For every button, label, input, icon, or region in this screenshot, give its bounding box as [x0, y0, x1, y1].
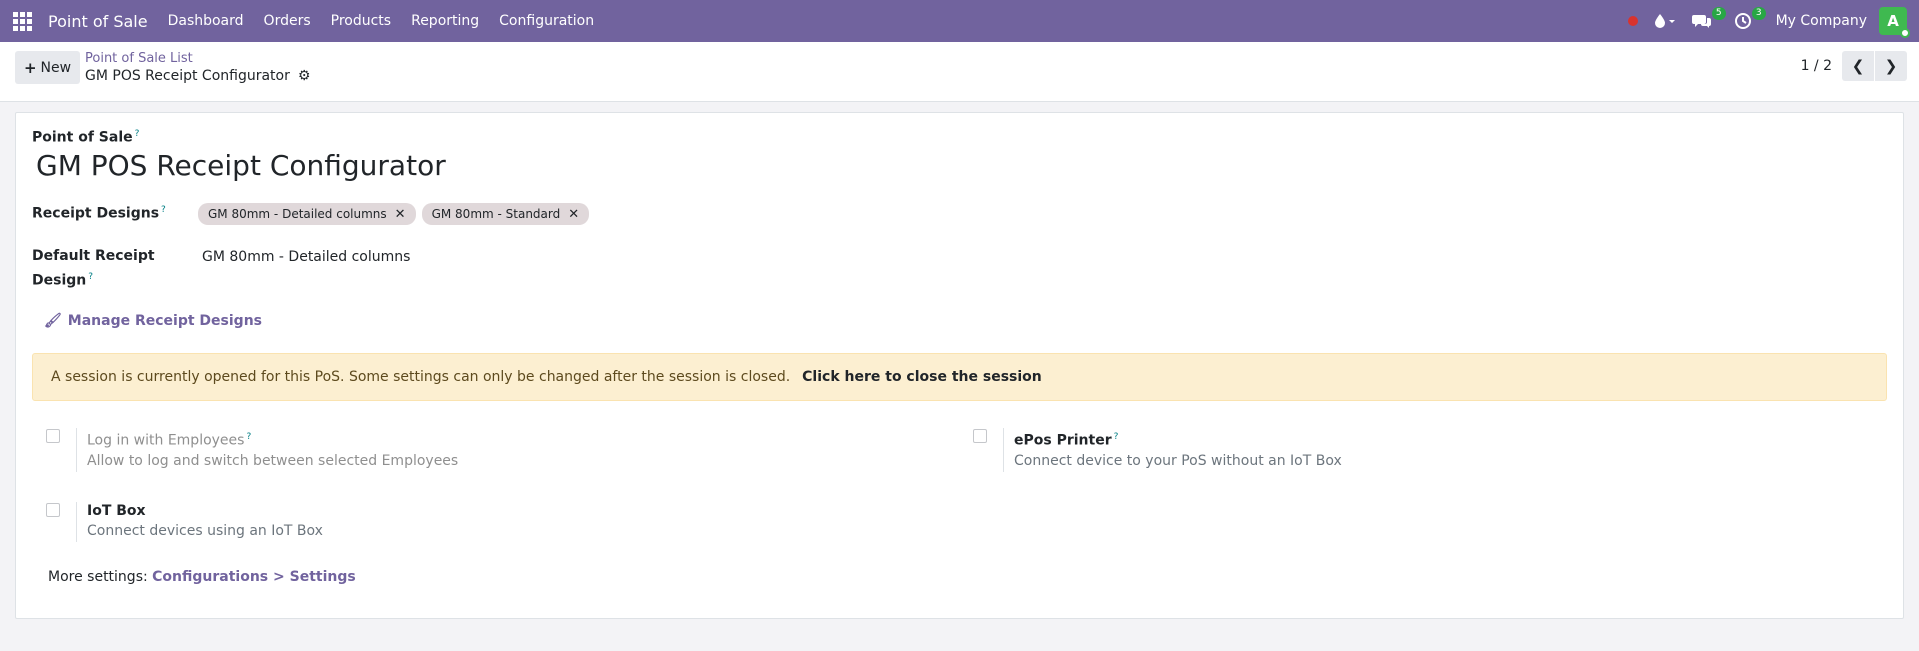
- setting-description: Allow to log and switch between selected…: [87, 452, 459, 469]
- manage-receipt-designs-label: Manage Receipt Designs: [67, 313, 262, 329]
- menu-reporting[interactable]: Reporting: [401, 0, 489, 42]
- remove-tag-icon[interactable]: ✕: [395, 207, 406, 222]
- setting-title: ePos Printer?: [1014, 428, 1342, 450]
- manage-receipt-designs-link[interactable]: 🖌 Manage Receipt Designs: [44, 313, 262, 329]
- iot-box-checkbox[interactable]: [46, 503, 60, 517]
- setting-body: ePos Printer? Connect device to your PoS…: [1003, 428, 1342, 472]
- setting-title-text: Log in with Employees: [87, 432, 245, 449]
- user-avatar[interactable]: A: [1879, 7, 1910, 38]
- menu-products[interactable]: Products: [321, 0, 401, 42]
- configurations-settings-link[interactable]: Configurations > Settings: [152, 569, 356, 585]
- default-receipt-design-label: Default Receipt Design?: [32, 246, 155, 292]
- apps-menu-button[interactable]: [0, 0, 44, 42]
- help-icon[interactable]: ?: [161, 205, 166, 215]
- activities-count-badge: 3: [1751, 7, 1766, 20]
- receipt-designs-label-text: Receipt Designs: [32, 205, 160, 222]
- setting-login-employees: Log in with Employees? Allow to log and …: [46, 428, 458, 472]
- tag-label: GM 80mm - Detailed columns: [208, 207, 387, 221]
- record-indicator[interactable]: [1620, 0, 1646, 42]
- setting-description: Connect device to your PoS without an Io…: [1014, 452, 1342, 469]
- pager-value[interactable]: 1 / 2: [1801, 58, 1832, 74]
- pos-name-label: Point of Sale?: [32, 129, 139, 146]
- systray: 5 3 My Company A: [1620, 0, 1919, 42]
- record-dot-icon: [1627, 16, 1638, 26]
- chevron-right-icon: ❯: [1884, 57, 1898, 75]
- presence-icon: [1900, 28, 1910, 38]
- alert-text: A session is currently opened for this P…: [51, 369, 791, 385]
- form-sheet: Point of Sale? GM POS Receipt Configurat…: [15, 112, 1904, 619]
- pos-name-label-text: Point of Sale: [32, 129, 133, 146]
- setting-description: Connect devices using an IoT Box: [87, 523, 323, 539]
- default-receipt-design-field[interactable]: GM 80mm - Detailed columns: [202, 249, 410, 265]
- breadcrumb: Point of Sale List GM POS Receipt Config…: [85, 50, 310, 86]
- water-drop-icon: [1654, 14, 1675, 28]
- app-title[interactable]: Point of Sale: [48, 12, 148, 31]
- receipt-designs-label: Receipt Designs?: [32, 205, 166, 222]
- menu-dashboard[interactable]: Dashboard: [158, 0, 254, 42]
- close-session-link[interactable]: Click here to close the session: [802, 369, 1042, 385]
- grid-icon: [12, 11, 32, 31]
- default-design-label-line1: Default Receipt: [32, 248, 155, 264]
- setting-epos-printer: ePos Printer? Connect device to your PoS…: [973, 428, 1342, 472]
- new-button-label: New: [40, 59, 72, 76]
- help-icon[interactable]: ?: [1114, 432, 1119, 442]
- new-button[interactable]: + New: [15, 51, 80, 84]
- pager-previous-button[interactable]: ❮: [1842, 51, 1874, 81]
- receipt-designs-field[interactable]: GM 80mm - Detailed columns ✕ GM 80mm - S…: [198, 203, 595, 225]
- employees-checkbox[interactable]: [46, 429, 60, 443]
- help-icon[interactable]: ?: [135, 129, 140, 139]
- setting-body: IoT Box Connect devices using an IoT Box: [76, 502, 323, 542]
- tag-label: GM 80mm - Standard: [431, 207, 561, 221]
- setting-title-text: ePos Printer: [1014, 432, 1112, 449]
- help-icon[interactable]: ?: [88, 272, 93, 282]
- paint-brush-icon: 🖌: [44, 313, 62, 329]
- help-icon[interactable]: ?: [246, 432, 251, 442]
- drop-menu[interactable]: [1646, 0, 1684, 42]
- breadcrumb-current-label: GM POS Receipt Configurator: [85, 68, 290, 84]
- more-settings-prefix: More settings:: [48, 569, 148, 585]
- remove-tag-icon[interactable]: ✕: [568, 207, 579, 222]
- pager: 1 / 2 ❮ ❯: [1801, 51, 1907, 81]
- menu-orders[interactable]: Orders: [254, 0, 321, 42]
- setting-iot-box: IoT Box Connect devices using an IoT Box: [46, 502, 323, 542]
- chat-bubbles-icon: [1691, 15, 1711, 28]
- setting-title: Log in with Employees?: [87, 428, 458, 450]
- more-settings: More settings: Configurations > Settings: [48, 569, 356, 585]
- breadcrumb-parent-link[interactable]: Point of Sale List: [85, 50, 310, 67]
- activity-menu[interactable]: 3: [1726, 0, 1766, 42]
- receipt-design-tag: GM 80mm - Standard ✕: [421, 203, 590, 225]
- menu-configuration[interactable]: Configuration: [489, 0, 604, 42]
- pager-next-button[interactable]: ❯: [1875, 51, 1907, 81]
- avatar-letter: A: [1887, 12, 1899, 30]
- plus-icon: +: [23, 58, 37, 77]
- pos-name-field[interactable]: GM POS Receipt Configurator: [36, 149, 446, 182]
- top-navbar: Point of Sale Dashboard Orders Products …: [0, 0, 1919, 42]
- messages-count-badge: 5: [1711, 7, 1726, 20]
- epos-printer-checkbox[interactable]: [973, 429, 987, 443]
- default-design-label-line2: Design: [32, 272, 87, 289]
- chevron-left-icon: ❮: [1851, 57, 1865, 75]
- company-switcher[interactable]: My Company: [1766, 13, 1879, 29]
- messaging-menu[interactable]: 5: [1684, 0, 1726, 42]
- control-panel: + New Point of Sale List GM POS Receipt …: [0, 42, 1919, 102]
- setting-title: IoT Box: [87, 503, 146, 519]
- receipt-design-tag: GM 80mm - Detailed columns ✕: [198, 203, 416, 225]
- setting-body: Log in with Employees? Allow to log and …: [76, 428, 458, 472]
- session-open-alert: A session is currently opened for this P…: [32, 353, 1887, 401]
- breadcrumb-current: GM POS Receipt Configurator ⚙: [85, 67, 310, 86]
- gear-icon[interactable]: ⚙: [298, 67, 311, 86]
- clock-icon: [1734, 13, 1751, 29]
